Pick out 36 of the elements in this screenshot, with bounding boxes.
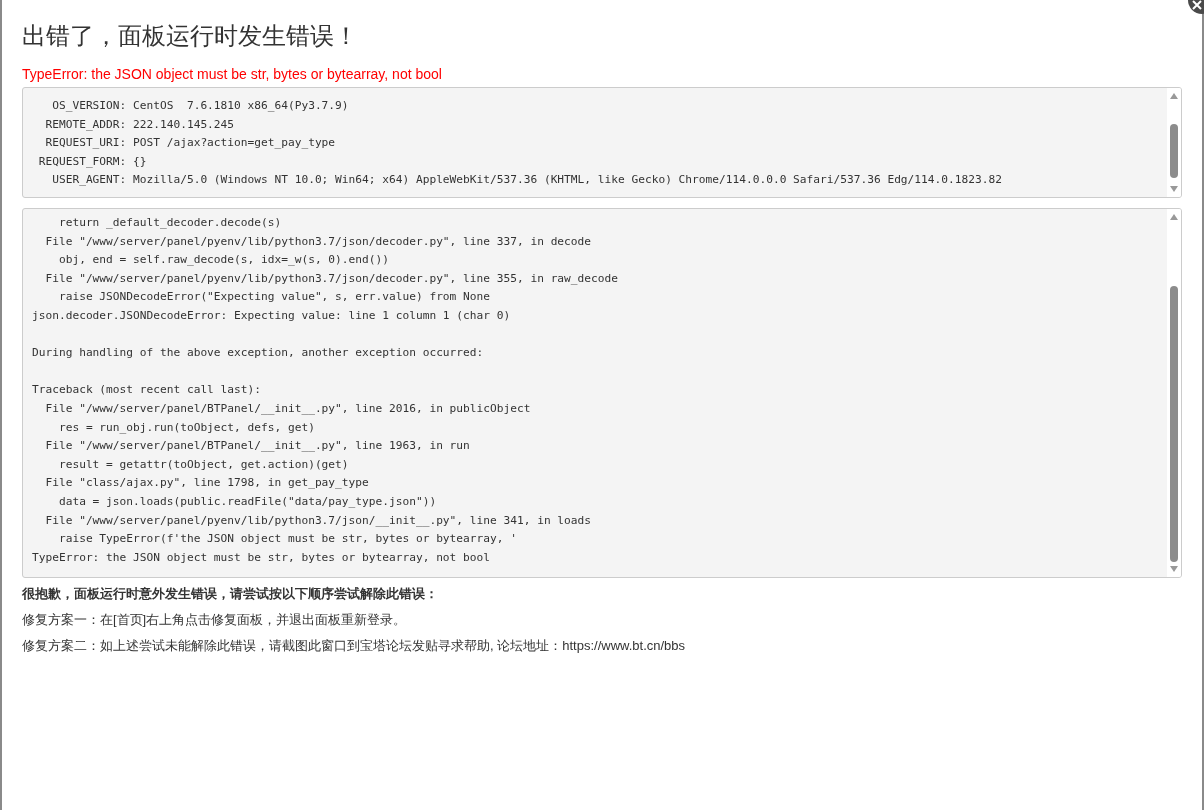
scroll-down-icon[interactable] bbox=[1170, 186, 1178, 192]
code-line: raise TypeError(f'the JSON object must be str, bytes or bytearray, ' bbox=[57, 531, 517, 548]
code-line: USER_AGENT: Mozilla/5.0 (Windows NT 10.0; Win64; x64) AppleWebKit/537.36 (KHTML, like Gecko) Chrome/114.0.0.0 Safari/537.36 Edg/114.0.1823.82 bbox=[51, 172, 1002, 189]
help-heading: 很抱歉，面板运行时意外发生错误，请尝试按以下顺序尝试解除此错误： bbox=[22, 585, 439, 603]
code-line: File "/www/server/panel/BTPanel/__init__.py", line 2016, in publicObject bbox=[44, 400, 531, 417]
code-line: Traceback (most recent call last): bbox=[32, 382, 261, 399]
code-line: obj, end = self.raw_decode(s, idx=_w(s, 0).end()) bbox=[57, 252, 389, 269]
code-line: File "/www/server/panel/BTPanel/__init__.py", line 1963, in run bbox=[44, 438, 470, 455]
code-line: File "/www/server/panel/pyenv/lib/python3.7/json/decoder.py", line 337, in decode bbox=[44, 233, 592, 250]
scrollbar[interactable] bbox=[1167, 209, 1181, 577]
code-line: File "/www/server/panel/pyenv/lib/python3.7/json/__init__.py", line 341, in loads bbox=[44, 512, 592, 529]
code-line: json.decoder.JSONDecodeError: Expecting value: line 1 column 1 (char 0) bbox=[32, 307, 511, 324]
help-step: 修复方案一：在[首页]右上角点击修复面板，并退出面板重新登录。 bbox=[22, 610, 1182, 630]
code-line: File "/www/server/panel/pyenv/lib/python3.7/json/decoder.py", line 355, in raw_decode bbox=[44, 270, 618, 287]
dialog-title: 出错了，面板运行时发生错误！ bbox=[22, 21, 359, 51]
error-message: TypeError: the JSON object must be str, bytes or bytearray, not bool bbox=[22, 65, 443, 84]
code-line: raise JSONDecodeError("Expecting value", s, err.value) from None bbox=[57, 289, 490, 306]
scroll-down-icon[interactable] bbox=[1170, 566, 1178, 572]
scroll-up-icon[interactable] bbox=[1170, 93, 1178, 99]
scrollbar[interactable] bbox=[1167, 88, 1181, 197]
code-line: OS_VERSION: CentOS 7.6.1810 x86_64(Py3.7.9) bbox=[51, 98, 349, 114]
code-line: REMOTE_ADDR: 222.140.145.245 bbox=[44, 116, 235, 133]
code-line: TypeError: the JSON object must be str, bytes or bytearray, not bool bbox=[32, 549, 490, 566]
scrollbar-thumb[interactable] bbox=[1170, 124, 1178, 178]
help-step: 修复方案二：如上述尝试未能解除此错误，请截图此窗口到宝塔论坛发贴寻求帮助, 论坛地址：https://www.bt.cn/bbs bbox=[22, 636, 1182, 656]
scrollbar-thumb[interactable] bbox=[1170, 286, 1178, 562]
code-line: File "class/ajax.py", line 1798, in get_pay_type bbox=[44, 475, 369, 492]
code-line: res = run_obj.run(toObject, defs, get) bbox=[57, 419, 315, 436]
code-line: data = json.loads(public.readFile("data/pay_type.json")) bbox=[57, 493, 437, 510]
close-icon bbox=[1191, 0, 1203, 11]
code-line: return _default_decoder.decode(s) bbox=[57, 215, 282, 231]
code-line: REQUEST_URI: POST /ajax?action=get_pay_type bbox=[44, 135, 336, 152]
code-line: REQUEST_FORM: {} bbox=[37, 153, 147, 170]
code-line: During handling of the above exception, another exception occurred: bbox=[32, 345, 484, 362]
scroll-up-icon[interactable] bbox=[1170, 214, 1178, 220]
code-line: result = getattr(toObject, get.action)(get) bbox=[57, 456, 349, 473]
